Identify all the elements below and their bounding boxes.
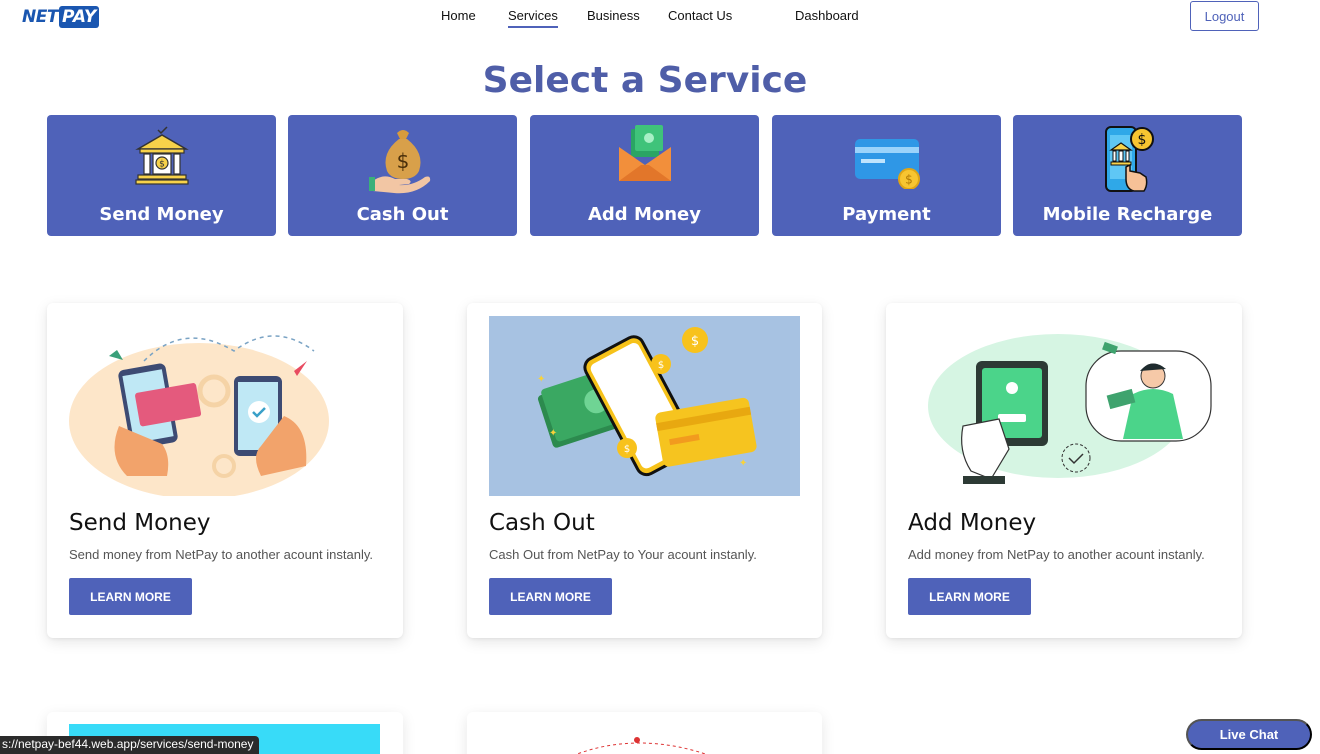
nav-contact-us[interactable]: Contact Us	[668, 8, 732, 23]
bank-icon: $	[134, 126, 189, 185]
tile-label: Send Money	[99, 204, 224, 225]
svg-text:$: $	[624, 444, 630, 455]
nav-services[interactable]: Services	[508, 8, 558, 28]
money-bag-icon: $	[368, 130, 430, 194]
card-title: Add Money	[908, 510, 1037, 536]
learn-more-button[interactable]: LEARN MORE	[69, 578, 192, 615]
cash-out-illustration: $ $ $ ✦ ✦ ✦	[489, 316, 800, 496]
card-description: Add money from NetPay to another acount …	[908, 547, 1205, 562]
card-add-money: Add Money Add money from NetPay to anoth…	[886, 303, 1242, 638]
credit-card-icon: $	[854, 139, 920, 189]
card-description: Cash Out from NetPay to Your acount inst…	[489, 547, 757, 562]
learn-more-button[interactable]: LEARN MORE	[908, 578, 1031, 615]
svg-text:✦: ✦	[537, 374, 545, 385]
card-title: Cash Out	[489, 510, 595, 536]
nav-dashboard[interactable]: Dashboard	[795, 8, 859, 23]
svg-text:✦: ✦	[549, 428, 557, 439]
tile-label: Mobile Recharge	[1042, 204, 1213, 225]
live-chat-button[interactable]: Live Chat	[1186, 719, 1312, 750]
page-title: Select a Service	[482, 60, 808, 101]
add-money-illustration	[928, 334, 1212, 484]
svg-text:$: $	[658, 360, 664, 371]
tile-label: Payment	[842, 204, 931, 225]
svg-text:$: $	[159, 160, 165, 170]
nav-business[interactable]: Business	[587, 8, 640, 23]
tile-mobile-recharge[interactable]: $ Mobile Recharge	[1013, 115, 1242, 236]
envelope-money-icon	[618, 125, 671, 181]
svg-text:✦: ✦	[739, 458, 747, 469]
svg-text:$: $	[691, 334, 699, 349]
tile-cash-out[interactable]: $ Cash Out	[288, 115, 517, 236]
card-cash-out: $ $ $ ✦ ✦ ✦ Cash Out Cash Out from NetPa…	[467, 303, 822, 638]
svg-text:$: $	[1137, 132, 1146, 148]
phone-bank-icon: $	[1104, 126, 1154, 192]
learn-more-button[interactable]: LEARN MORE	[489, 578, 612, 615]
card-mobile-recharge	[467, 712, 822, 754]
svg-text:$: $	[396, 149, 409, 173]
logout-button[interactable]: Logout	[1190, 1, 1259, 31]
tile-label: Cash Out	[356, 204, 449, 225]
tile-label: Add Money	[587, 204, 701, 225]
operators-illustration	[575, 737, 708, 754]
main-nav: Home Services Business Contact Us Dashbo…	[0, 8, 1320, 30]
send-money-illustration	[69, 335, 329, 496]
tile-send-money[interactable]: $ Send Money	[47, 115, 276, 236]
tile-payment[interactable]: $ Payment	[772, 115, 1001, 236]
card-title: Send Money	[69, 510, 211, 536]
svg-text:$: $	[905, 173, 913, 187]
status-bar-url: s://netpay-bef44.web.app/services/send-m…	[0, 736, 260, 754]
card-description: Send money from NetPay to another acount…	[69, 547, 373, 562]
card-send-money: Send Money Send money from NetPay to ano…	[47, 303, 403, 638]
tile-add-money[interactable]: Add Money	[530, 115, 759, 236]
nav-home[interactable]: Home	[441, 8, 476, 23]
